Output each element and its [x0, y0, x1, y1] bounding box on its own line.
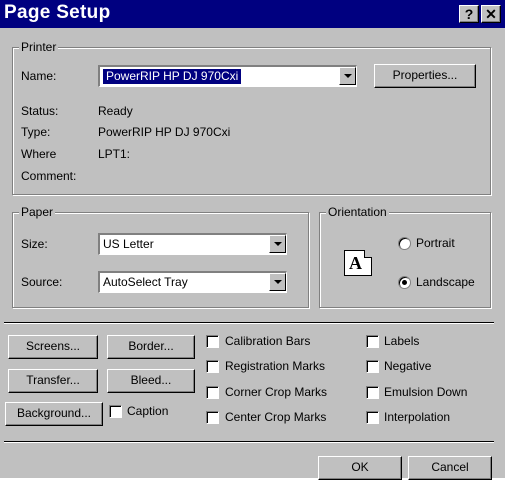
caption-label[interactable]: Caption — [127, 404, 168, 418]
help-button[interactable]: ? — [459, 5, 479, 23]
properties-button[interactable]: Properties... — [374, 64, 476, 88]
landscape-label[interactable]: Landscape — [416, 275, 475, 289]
caption-checkbox[interactable] — [109, 405, 122, 418]
calibration-bars-checkbox[interactable] — [206, 335, 219, 348]
chevron-down-icon[interactable] — [269, 235, 286, 253]
background-button[interactable]: Background... — [5, 402, 103, 426]
negative-label[interactable]: Negative — [384, 359, 431, 373]
negative-checkbox[interactable] — [366, 360, 379, 373]
ok-button[interactable]: OK — [318, 456, 402, 480]
paper-group: Paper — [12, 205, 309, 308]
portrait-radio[interactable] — [398, 237, 411, 250]
emulsion-down-label[interactable]: Emulsion Down — [384, 385, 467, 399]
type-label: Type: — [21, 125, 51, 139]
border-button[interactable]: Border... — [107, 335, 195, 359]
comment-label: Comment: — [21, 169, 77, 183]
status-label: Status: — [21, 104, 59, 118]
close-button[interactable]: ✕ — [481, 5, 501, 23]
interpolation-label[interactable]: Interpolation — [384, 410, 450, 424]
printer-name-value: PowerRIP HP DJ 970Cxi — [103, 69, 242, 84]
portrait-label[interactable]: Portrait — [416, 236, 455, 250]
labels-label[interactable]: Labels — [384, 334, 419, 348]
calibration-bars-label[interactable]: Calibration Bars — [225, 334, 310, 348]
landscape-radio[interactable] — [398, 276, 411, 289]
printer-group-label: Printer — [19, 40, 59, 54]
registration-marks-label[interactable]: Registration Marks — [225, 359, 325, 373]
status-value: Ready — [98, 104, 133, 118]
type-value: PowerRIP HP DJ 970Cxi — [98, 125, 231, 139]
paper-source-value: AutoSelect Tray — [103, 275, 188, 289]
printer-name-select[interactable]: PowerRIP HP DJ 970Cxi — [98, 65, 357, 87]
name-label: Name: — [21, 69, 57, 83]
title-bar[interactable]: Page Setup ? ✕ — [0, 0, 505, 28]
bleed-button[interactable]: Bleed... — [107, 369, 195, 393]
corner-crop-marks-checkbox[interactable] — [206, 386, 219, 399]
paper-size-select[interactable]: US Letter — [98, 233, 287, 255]
labels-checkbox[interactable] — [366, 335, 379, 348]
page-setup-dialog: Page Setup ? ✕ Printer Name: PowerRIP HP… — [0, 0, 505, 480]
interpolation-checkbox[interactable] — [366, 411, 379, 424]
size-label: Size: — [21, 237, 48, 251]
where-label: Where — [21, 147, 57, 161]
chevron-down-icon[interactable] — [339, 67, 356, 85]
transfer-button[interactable]: Transfer... — [8, 369, 98, 393]
paper-size-value: US Letter — [103, 237, 154, 251]
orientation-icon-letter: A — [349, 253, 362, 273]
chevron-down-icon[interactable] — [269, 273, 286, 291]
paper-group-label: Paper — [19, 205, 56, 219]
window-title: Page Setup — [4, 2, 111, 23]
corner-crop-marks-label[interactable]: Corner Crop Marks — [225, 385, 327, 399]
screens-button[interactable]: Screens... — [8, 335, 98, 359]
landscape-page-icon: A — [344, 250, 372, 276]
where-value: LPT1: — [98, 147, 131, 161]
separator-top — [4, 322, 494, 323]
emulsion-down-checkbox[interactable] — [366, 386, 379, 399]
center-crop-marks-checkbox[interactable] — [206, 411, 219, 424]
paper-source-select[interactable]: AutoSelect Tray — [98, 271, 287, 293]
registration-marks-checkbox[interactable] — [206, 360, 219, 373]
cancel-button[interactable]: Cancel — [408, 456, 492, 480]
source-label: Source: — [21, 275, 63, 289]
center-crop-marks-label[interactable]: Center Crop Marks — [225, 410, 326, 424]
separator-bottom — [4, 441, 494, 442]
orientation-group-label: Orientation — [326, 205, 389, 219]
